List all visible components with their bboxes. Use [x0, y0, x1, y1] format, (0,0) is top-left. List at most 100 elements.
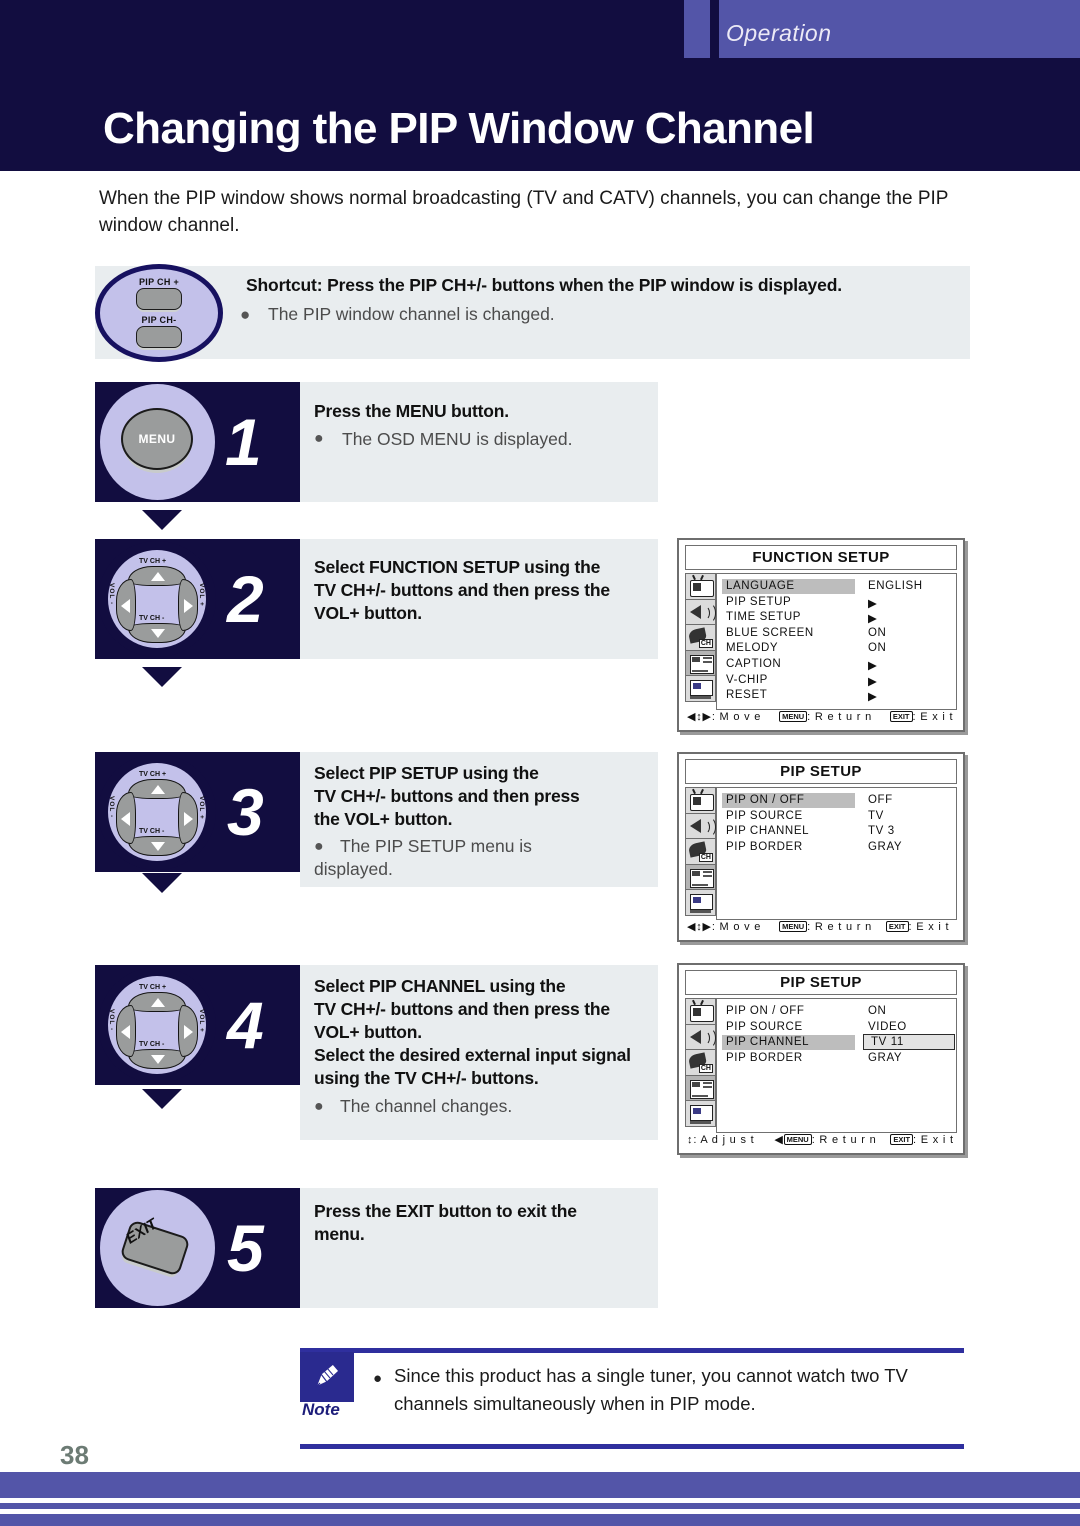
- osd-return-hint: : R e t u r n: [807, 711, 872, 723]
- osd-row-value: ▶: [868, 597, 878, 610]
- osd-pip-setup-after: PIP SETUP CH PIP ON / OFF ON PIP SOURCE VI…: [677, 963, 965, 1155]
- osd-sidebar-icons: CH: [685, 998, 716, 1127]
- bullet-icon: ●: [373, 1370, 383, 1387]
- dpad-right-label: VOL +: [198, 1009, 205, 1033]
- pip-ch-buttons-illustration: PIP CH + PIP CH-: [95, 264, 223, 362]
- note-top-rule: [300, 1348, 964, 1353]
- note-text: Since this product has a single tuner, y…: [394, 1365, 908, 1414]
- osd-title: FUNCTION SETUP: [685, 545, 957, 570]
- dpad-up-label: TV CH +: [139, 984, 167, 991]
- step-1-icon-box: MENU 1: [95, 382, 300, 502]
- menu-key-icon: MENU: [779, 920, 808, 932]
- dpad-left-arrow-icon: [121, 812, 130, 826]
- pip-layout-icon: [685, 649, 716, 677]
- step-1-number: 1: [225, 405, 262, 479]
- dpad-down-label: TV CH -: [139, 1041, 165, 1048]
- dpad-up-arrow-icon: [151, 785, 165, 794]
- osd-row: BLUE SCREEN ON: [717, 627, 956, 643]
- osd-row-label: PIP CHANNEL: [726, 1036, 810, 1049]
- osd-row-value: TV 11: [871, 1036, 904, 1049]
- osd-row-label: PIP BORDER: [726, 1051, 803, 1064]
- dpad-down-label: TV CH -: [139, 615, 165, 622]
- dpad-right-arrow-icon: [184, 1025, 193, 1039]
- osd-nav-glyph: ◀↕▶: [687, 711, 712, 723]
- osd-row-label: TIME SETUP: [726, 611, 802, 624]
- dpad-down-arrow-icon: [151, 842, 165, 851]
- step-4-number: 4: [227, 988, 264, 1062]
- footer-band-3: [0, 1514, 1080, 1526]
- footer-band-1: [0, 1472, 1080, 1498]
- osd-row-value: TV 3: [868, 825, 895, 838]
- pip-layout-icon: [685, 1074, 716, 1102]
- osd-row-value: OFF: [868, 794, 893, 806]
- step-2-heading: Select FUNCTION SETUP using the TV CH+/- …: [314, 557, 610, 624]
- dpad-right-arrow-icon: [184, 599, 193, 613]
- osd-row: PIP BORDER GRAY: [717, 1052, 956, 1068]
- shortcut-title: Shortcut: Press the PIP CH+/- buttons wh…: [246, 275, 842, 295]
- monitor-icon: [685, 889, 716, 916]
- osd-title: PIP SETUP: [685, 759, 957, 784]
- dpad-up-arrow-icon: [151, 572, 165, 581]
- menu-button-icon: MENU: [121, 408, 193, 470]
- osd-row: PIP CHANNEL TV 3: [717, 825, 956, 841]
- antenna-ch-icon: CH: [685, 624, 716, 651]
- osd-row-value: TV: [868, 809, 884, 822]
- osd-return-prefix-icon: ◀: [774, 1134, 784, 1146]
- step-3-number: 3: [227, 775, 264, 849]
- dpad-left-label: VOL -: [108, 796, 115, 819]
- antenna-ch-icon: CH: [685, 838, 716, 865]
- osd-nav-glyph: ◀↕▶: [687, 921, 712, 933]
- osd-exit-hint: : E x i t: [912, 711, 954, 723]
- osd-title: PIP SETUP: [685, 970, 957, 995]
- osd-function-setup: FUNCTION SETUP CH LANGUAGE ENGLISH PIP SE…: [677, 538, 965, 732]
- osd-row: MELODY ON: [717, 642, 956, 658]
- step-5-icon-box: EXIT 5: [95, 1188, 300, 1308]
- osd-row-value: VIDEO: [868, 1020, 907, 1033]
- flow-arrow-icon: [142, 873, 182, 893]
- osd-row-value: GRAY: [868, 1051, 903, 1064]
- osd-row-label: MELODY: [726, 642, 779, 655]
- tv-icon: [685, 573, 716, 600]
- osd-exit-hint: : E x i t: [913, 1134, 954, 1146]
- dpad-left-label: VOL -: [108, 583, 115, 606]
- osd-return-hint: : R e t u r n: [811, 1134, 877, 1146]
- osd-row-label: PIP CHANNEL: [726, 825, 810, 838]
- step-5-heading: Press the EXIT button to exit the menu.: [314, 1201, 577, 1245]
- osd-row-value: ON: [868, 1005, 887, 1017]
- dpad-left-arrow-icon: [121, 1025, 130, 1039]
- osd-footer-hints: ◀↕▶: M o v e MENU: R e t u r n EXIT: E x…: [687, 920, 955, 936]
- dpad-up-label: TV CH +: [139, 558, 167, 565]
- osd-sidebar-icons: CH: [685, 787, 716, 916]
- bullet-icon: ●: [314, 1098, 324, 1115]
- osd-row-value: ▶: [868, 691, 878, 704]
- exit-key-icon: EXIT: [885, 920, 909, 932]
- osd-rows: PIP ON / OFF ON PIP SOURCE VIDEO PIP CHANN…: [716, 998, 957, 1133]
- osd-rows: PIP ON / OFF OFF PIP SOURCE TV PIP CHANNEL…: [716, 787, 957, 920]
- pencil-icon: [314, 1363, 340, 1389]
- pip-ch-plus-label: PIP CH +: [139, 277, 179, 287]
- osd-return-hint: : R e t u r n: [807, 921, 872, 933]
- step-4-subtext: The channel changes.: [340, 1096, 513, 1116]
- osd-move-hint: : M o v e: [711, 921, 762, 933]
- osd-row-label: PIP SOURCE: [726, 809, 803, 822]
- osd-row-value: ON: [868, 626, 887, 639]
- osd-row-label: RESET: [726, 689, 768, 702]
- osd-footer-hints: ◀↕▶: M o v e MENU: R e t u r n EXIT: E x…: [687, 710, 955, 726]
- step-1-subtext: The OSD MENU is displayed.: [342, 429, 573, 449]
- dpad-up-arrow-icon: [151, 998, 165, 1007]
- osd-adjust-hint: : A d j u s t: [693, 1134, 755, 1146]
- osd-row: PIP ON / OFF OFF: [717, 793, 956, 810]
- dpad-right-label: VOL +: [198, 583, 205, 607]
- osd-row-label: CAPTION: [726, 657, 782, 670]
- osd-pip-setup-before: PIP SETUP CH PIP ON / OFF OFF PIP SOURCE T…: [677, 752, 965, 942]
- dpad-right-label: VOL +: [198, 796, 205, 820]
- section-label: Operation: [726, 20, 832, 46]
- footer-band-2: [0, 1503, 1080, 1509]
- osd-row-label: PIP ON / OFF: [726, 794, 805, 806]
- osd-row: V-CHIP ▶: [717, 674, 956, 690]
- osd-row-value: ENGLISH: [868, 580, 923, 592]
- step-3-heading: Select PIP SETUP using the TV CH+/- butto…: [314, 763, 580, 830]
- bullet-icon: ●: [314, 838, 324, 855]
- osd-row-value: ▶: [868, 659, 878, 672]
- bullet-icon: ●: [314, 430, 324, 447]
